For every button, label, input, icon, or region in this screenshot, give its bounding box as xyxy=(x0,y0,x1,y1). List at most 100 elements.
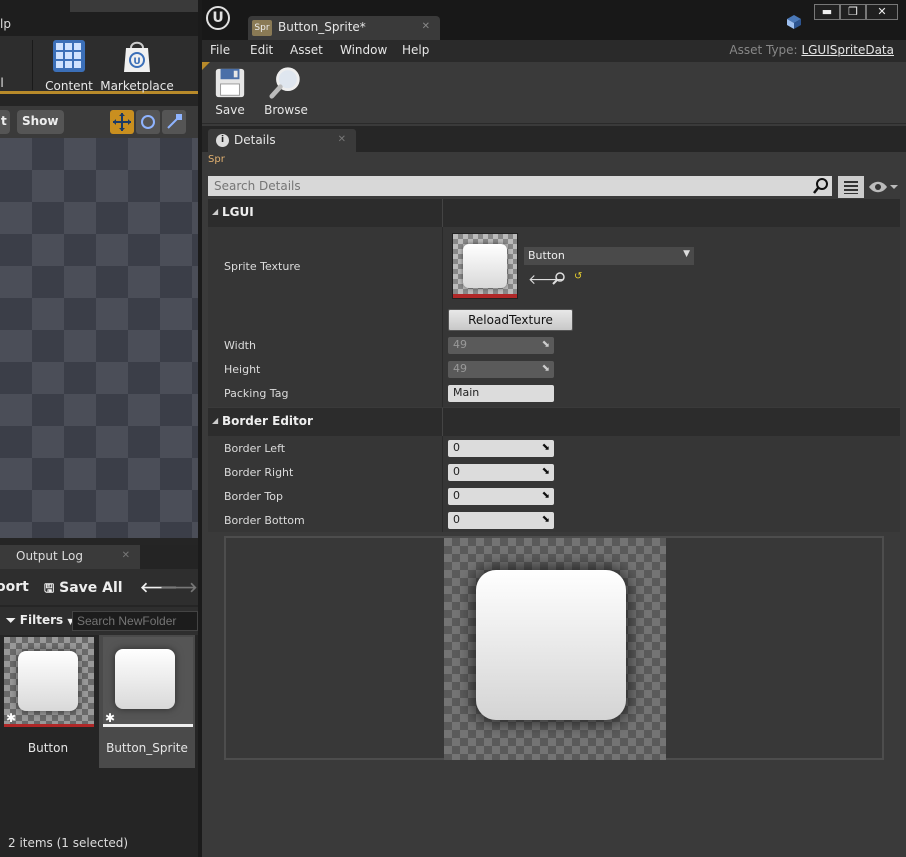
minimize-button[interactable]: ▬ xyxy=(814,4,840,20)
border-top-field[interactable]: 0 ⬊ xyxy=(448,488,554,505)
menu-asset[interactable]: Asset xyxy=(290,43,323,57)
asset-tile-button[interactable]: ✱ Button xyxy=(0,635,96,768)
content-browser-toolbar: oort 🖫 Save All 🡐 🡒 xyxy=(0,569,198,605)
menu-help[interactable]: Help xyxy=(402,43,429,57)
level-tab[interactable] xyxy=(70,0,198,12)
asset-grid: ✱ Button ✱ Button_Sprite xyxy=(0,635,198,857)
asset-type-indicator: Asset Type: LGUISpriteData xyxy=(729,43,894,57)
lgui-category-header[interactable]: ◢ LGUI xyxy=(208,199,900,227)
import-button-partial[interactable]: oort xyxy=(0,579,29,595)
output-log-tab-label: Output Log xyxy=(16,549,83,563)
asset-thumbnail: ✱ xyxy=(4,637,94,727)
marketplace-label: Marketplace xyxy=(100,79,174,93)
details-search-row xyxy=(208,176,900,198)
save-disk-icon: 🖫 xyxy=(44,581,55,595)
unsaved-star-icon: ✱ xyxy=(105,711,116,725)
scale-icon xyxy=(167,114,182,129)
browse-label: Browse xyxy=(264,103,308,117)
filters-button[interactable]: ⏷ Filters ▼ xyxy=(6,613,74,628)
menu-file[interactable]: File xyxy=(210,43,230,57)
width-label: Width xyxy=(224,339,256,352)
asset-tile-button-sprite[interactable]: ✱ Button_Sprite xyxy=(99,635,195,768)
asset-type-link[interactable]: LGUISpriteData xyxy=(801,43,894,57)
asset-type-label: Asset Type: xyxy=(729,43,798,57)
search-icon xyxy=(813,178,828,194)
level-editor-menubar: lp xyxy=(0,0,198,36)
menu-window[interactable]: Window xyxy=(340,43,387,57)
browse-to-asset-icon[interactable] xyxy=(552,271,566,285)
border-right-field[interactable]: 0 ⬊ xyxy=(448,464,554,481)
height-label: Height xyxy=(224,363,261,376)
close-icon[interactable]: ✕ xyxy=(122,550,130,561)
level-viewport[interactable] xyxy=(0,138,198,538)
document-tab[interactable]: Spr Button_Sprite* ✕ xyxy=(248,16,440,40)
maximize-button[interactable]: ❐ xyxy=(840,4,866,20)
marketplace-button[interactable]: U Marketplace xyxy=(100,38,174,93)
viewport-partial-button[interactable]: t xyxy=(0,110,10,134)
editor-toolbar: Save Browse xyxy=(202,62,906,124)
border-left-label: Border Left xyxy=(224,442,286,455)
content-label: Content xyxy=(45,79,93,93)
svg-text:U: U xyxy=(133,57,140,67)
menu-edit[interactable]: Edit xyxy=(250,43,273,57)
drag-arrow-icon: ⬊ xyxy=(541,363,550,374)
output-log-tab[interactable]: Output Log ✕ xyxy=(0,545,140,569)
sprite-texture-label: Sprite Texture xyxy=(224,260,301,273)
content-button[interactable]: Content xyxy=(44,38,94,93)
translate-mode-button[interactable] xyxy=(110,110,134,134)
viewport-toolbar: t Show xyxy=(0,106,198,138)
visibility-filter-button[interactable] xyxy=(868,178,898,196)
save-label: Save xyxy=(215,103,245,117)
border-editor-category-header[interactable]: ◢ Border Editor xyxy=(208,408,900,436)
details-tab[interactable]: i Details ✕ xyxy=(208,129,356,152)
help-menu-fragment[interactable]: lp xyxy=(0,17,11,31)
close-icon[interactable]: ✕ xyxy=(422,21,430,32)
save-all-label: Save All xyxy=(59,580,123,596)
browse-button[interactable]: Browse xyxy=(260,66,312,117)
border-properties: Border Left 0 ⬊ Border Right 0 ⬊ Border To… xyxy=(208,436,900,532)
lgui-category-title: LGUI xyxy=(222,205,254,219)
scale-mode-button[interactable] xyxy=(162,110,186,134)
reload-texture-button[interactable]: ReloadTexture xyxy=(448,309,573,331)
sprite-badge: Spr xyxy=(252,20,272,36)
sprite-preview-panel xyxy=(224,536,884,760)
texture-asset-dropdown[interactable]: Button ▼ xyxy=(524,247,694,265)
rotate-icon xyxy=(141,115,155,129)
sprite-preview-image xyxy=(476,570,626,720)
drag-arrow-icon: ⬊ xyxy=(541,442,550,453)
border-left-value: 0 xyxy=(453,441,460,454)
border-bottom-field[interactable]: 0 ⬊ xyxy=(448,512,554,529)
border-bottom-label: Border Bottom xyxy=(224,514,305,527)
rotate-mode-button[interactable] xyxy=(136,110,160,134)
save-all-button[interactable]: 🖫 Save All xyxy=(44,579,123,600)
close-icon[interactable]: ✕ xyxy=(338,134,346,145)
marketplace-bag-icon: U xyxy=(124,41,150,72)
eye-icon xyxy=(869,181,898,193)
content-status: 2 items (1 selected) xyxy=(8,836,129,850)
close-window-button[interactable]: ✕ xyxy=(866,4,898,20)
title-bar[interactable]: U Spr Button_Sprite* ✕ ▬ ❐ ✕ xyxy=(202,0,906,40)
level-toolbar: l Content U Marketplace xyxy=(0,36,198,94)
source-control-icon[interactable] xyxy=(786,14,802,30)
height-value: 49 xyxy=(453,362,467,375)
texture-thumbnail[interactable] xyxy=(452,233,518,299)
save-button[interactable]: Save xyxy=(212,66,248,117)
lgui-properties: Sprite Texture Button ▼ 🡐 ↺ ReloadTextur… xyxy=(208,227,900,407)
content-search-input[interactable] xyxy=(72,611,198,631)
border-editor-title: Border Editor xyxy=(222,414,313,428)
partial-toolbar-button[interactable]: l xyxy=(0,76,8,90)
forward-arrow-icon[interactable]: 🡒 xyxy=(160,579,198,596)
menu-bar: File Edit Asset Window Help Asset Type: … xyxy=(202,40,906,62)
details-tab-label: Details xyxy=(234,133,276,147)
show-button[interactable]: Show xyxy=(17,110,64,134)
drag-arrow-icon: ⬊ xyxy=(541,339,550,350)
packing-tag-field[interactable]: Main xyxy=(448,385,554,402)
border-bottom-value: 0 xyxy=(453,513,460,526)
sprite-preview-canvas[interactable] xyxy=(444,538,666,760)
search-details-input[interactable] xyxy=(208,176,832,196)
asset-type-bar xyxy=(103,724,193,727)
reset-to-default-icon[interactable]: ↺ xyxy=(574,271,582,282)
view-options-button[interactable] xyxy=(838,176,864,198)
border-left-field[interactable]: 0 ⬊ xyxy=(448,440,554,457)
unreal-logo-icon: U xyxy=(206,6,230,30)
